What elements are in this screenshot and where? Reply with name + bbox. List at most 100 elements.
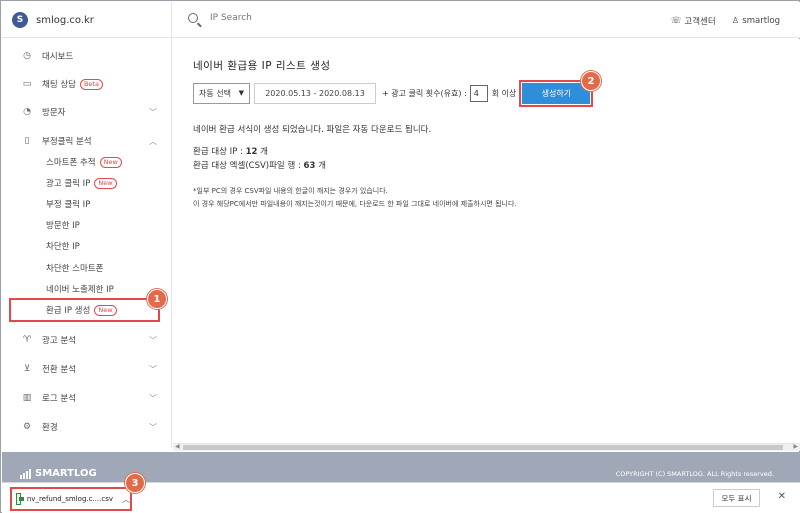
generate-button[interactable]: 생성하기 [519, 80, 594, 107]
brand-name: smlog.co.kr [36, 14, 94, 26]
copyright-text: COPYRIGHT (C) SMARTLOG. ALL Rights reser… [615, 470, 774, 478]
sidebar-item-label: 방문자 [42, 108, 66, 118]
sidebar-subitem-blocked-ip[interactable]: 차단한 IP [2, 236, 172, 256]
sidebar-item-ad-analysis[interactable]: ♈ 광고 분석 ﹀ [2, 328, 172, 352]
mode-select-value: 자동 선택 [199, 89, 231, 98]
new-badge: New [94, 177, 117, 189]
headset-icon: ☏ [670, 16, 682, 26]
scrollbar-thumb[interactable] [183, 445, 783, 450]
sidebar-item-label: 대시보드 [42, 52, 74, 62]
bar-chart-icon [20, 468, 31, 479]
dashboard-icon: ◷ [23, 51, 31, 61]
horizontal-scrollbar[interactable]: ◀ ▶ [173, 443, 800, 451]
trophy-icon: ♈ [22, 335, 32, 345]
click-count-label: + 광고 클릭 횟수(유효) : [382, 89, 467, 98]
user-label: smartlog [742, 16, 780, 26]
sidebar-subitem-label: 차단한 스마트폰 [46, 264, 104, 274]
sidebar-subitem-visited-ip[interactable]: 방문한 IP [2, 215, 172, 235]
support-label: 고객센터 [684, 17, 716, 27]
refund-ip-count: 환급 대상 IP : 12 개 [193, 145, 268, 157]
chevron-down-icon: ﹀ [149, 365, 157, 374]
visitor-icon: ◔ [23, 107, 31, 117]
caret-down-icon: ▼ [238, 89, 244, 97]
result-message: 네이버 환급 서식이 생성 되었습니다. 파일은 자동 다운로드 됩니다. [193, 125, 432, 135]
sidebar-item-label: 채팅 상담 [42, 80, 76, 90]
mode-select[interactable]: 자동 선택 ▼ [193, 83, 250, 104]
click-count-suffix: 회 이상 [491, 89, 517, 98]
sidebar-item-log-analysis[interactable]: ▥ 로그 분석 ﹀ [2, 386, 172, 410]
sidebar: ◷ 대시보드 ▭ 채팅 상담 Beta ◔ 방문자 ﹀ ▯ 부정클릭 분석 ︿ … [2, 38, 172, 448]
download-filename: nv_refund_smlog.c....csv [26, 495, 113, 503]
beta-badge: Beta [79, 78, 103, 90]
page-title: 네이버 환급용 IP 리스트 생성 [193, 60, 331, 72]
sidebar-subitem-label: 스마트폰 추적 [46, 158, 96, 168]
sidebar-item-visitors[interactable]: ◔ 방문자 ﹀ [2, 100, 172, 124]
user-icon: ♙ [731, 16, 740, 26]
scroll-left-icon[interactable]: ◀ [175, 443, 180, 450]
download-item[interactable]: nv_refund_smlog.c....csv ︿ [10, 487, 132, 511]
page-footer: SMARTLOG COPYRIGHT (C) SMARTLOG. ALL Rig… [2, 452, 800, 482]
sidebar-item-label: 로그 분석 [42, 394, 76, 404]
sidebar-item-label: 전환 분석 [42, 365, 76, 375]
close-icon[interactable]: ✕ [778, 491, 786, 502]
generate-controls: 자동 선택 ▼ 2020.05.13 - 2020.08.13 + 광고 클릭 … [193, 80, 594, 107]
sidebar-subitem-smartphone-tracking[interactable]: 스마트폰 추적 New [2, 152, 172, 172]
chevron-down-icon: ﹀ [149, 336, 157, 345]
log-icon: ▥ [22, 393, 32, 403]
stat-value: 12 [245, 147, 258, 157]
fraud-click-icon: ▯ [24, 136, 30, 146]
top-links: ☏ 고객센터 ♙ smartlog [671, 15, 780, 27]
click-count-input[interactable]: 4 [469, 85, 488, 102]
csv-note-line-1: *일부 PC의 경우 CSV파일 내용의 한글이 깨지는 경우가 있습니다. [193, 187, 388, 195]
highlight-refund-ip [9, 298, 160, 322]
brand-logo-icon: S [12, 12, 28, 28]
sidebar-subitem-label: 네이버 노출제한 IP [46, 285, 114, 295]
footer-logo-text: SMARTLOG [35, 468, 97, 479]
sidebar-item-settings[interactable]: ⚙ 환경 ﹀ [2, 415, 172, 439]
sidebar-item-label: 환경 [42, 423, 58, 433]
sidebar-subitem-label: 차단한 IP [46, 242, 80, 252]
sidebar-item-dashboard[interactable]: ◷ 대시보드 [2, 44, 172, 68]
sidebar-item-conversion-analysis[interactable]: ⊻ 전환 분석 ﹀ [2, 357, 172, 381]
sidebar-subitem-ad-click-ip[interactable]: 광고 클릭 IP New [2, 173, 172, 193]
sidebar-item-fraud-click[interactable]: ▯ 부정클릭 분석 ︿ [2, 129, 172, 153]
new-badge: New [99, 156, 122, 168]
sidebar-subitem-label: 광고 클릭 IP [46, 179, 91, 189]
sidebar-subitem-fraud-click-ip[interactable]: 부정 클릭 IP [2, 194, 172, 214]
support-link[interactable]: ☏ 고객센터 [671, 15, 716, 27]
stat-label: 환급 대상 IP : [193, 147, 243, 157]
chat-icon: ▭ [22, 79, 32, 89]
sidebar-item-label: 부정클릭 분석 [42, 137, 92, 147]
sidebar-item-chat[interactable]: ▭ 채팅 상담 Beta [2, 72, 172, 96]
callout-marker-2: 2 [581, 71, 601, 91]
stat-label: 환급 대상 엑셀(CSV)파일 행 : [193, 161, 301, 171]
callout-marker-3: 3 [125, 473, 145, 493]
date-range-field[interactable]: 2020.05.13 - 2020.08.13 [254, 83, 376, 104]
browser-window: S smlog.co.kr ☏ 고객센터 ♙ smartlog ◷ 대시보드 ▭… [0, 0, 800, 513]
brand[interactable]: S smlog.co.kr [2, 2, 172, 38]
sidebar-subitem-label: 부정 클릭 IP [46, 200, 91, 210]
scroll-right-icon[interactable]: ▶ [793, 443, 798, 450]
cart-icon: ⊻ [23, 364, 31, 374]
csv-note-line-2: 이 경우 해당PC에서만 파일내용이 깨지는것이기 때문에, 다운로드 한 파일… [193, 200, 517, 208]
chevron-down-icon: ﹀ [149, 394, 157, 403]
chevron-up-icon: ︿ [149, 137, 157, 146]
show-all-button[interactable]: 모두 표시 [713, 489, 760, 507]
sidebar-item-label: 광고 분석 [42, 336, 76, 346]
search-bar [188, 13, 410, 23]
download-bar: nv_refund_smlog.c....csv ︿ 모두 표시 ✕ [2, 482, 800, 513]
main-content: 네이버 환급용 IP 리스트 생성 자동 선택 ▼ 2020.05.13 - 2… [173, 39, 800, 443]
footer-logo: SMARTLOG [20, 468, 97, 479]
callout-marker-1: 1 [147, 289, 167, 309]
refund-csv-rows: 환급 대상 엑셀(CSV)파일 행 : 63 개 [193, 159, 326, 171]
stat-unit: 개 [260, 147, 268, 157]
chevron-up-icon[interactable]: ︿ [122, 494, 130, 505]
user-link[interactable]: ♙ smartlog [732, 15, 780, 27]
sidebar-subitem-label: 방문한 IP [46, 221, 80, 231]
search-icon[interactable] [188, 13, 198, 23]
search-input[interactable] [210, 13, 410, 23]
chevron-down-icon: ﹀ [149, 423, 157, 432]
gear-icon: ⚙ [22, 422, 32, 432]
stat-value: 63 [303, 161, 316, 171]
sidebar-subitem-blocked-smartphone[interactable]: 차단한 스마트폰 [2, 258, 172, 278]
